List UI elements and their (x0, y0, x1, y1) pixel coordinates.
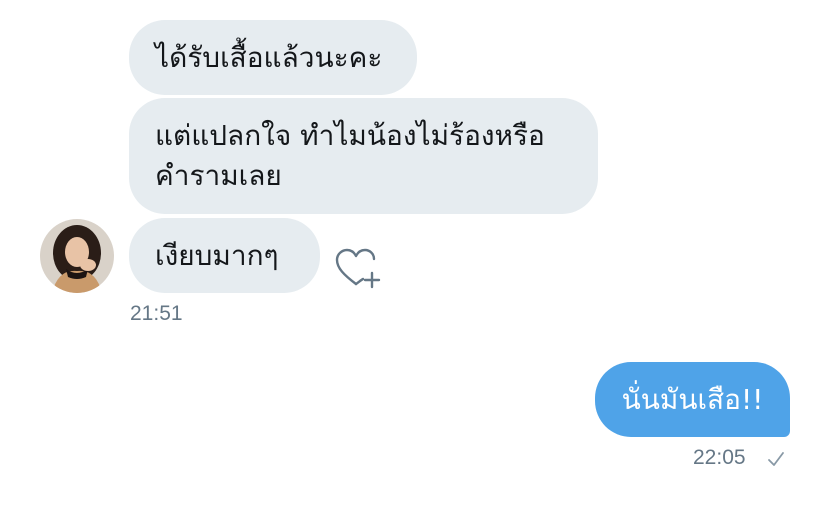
outgoing-message-bubble[interactable]: นั่นมันเสือ!! (595, 362, 790, 437)
heart-plus-icon[interactable] (334, 246, 382, 290)
message-text: แต่แปลกใจ ทำไมน้องไม่ร้องหรือคำรามเลย (155, 119, 545, 192)
incoming-message-bubble[interactable]: ได้รับเสื้อแล้วนะคะ (129, 20, 417, 95)
incoming-message-bubble[interactable]: เงียบมากๆ (129, 218, 320, 293)
message-text: นั่นมันเสือ!! (621, 382, 764, 416)
message-text: เงียบมากๆ (155, 238, 279, 272)
sender-avatar[interactable] (40, 219, 114, 293)
message-text: ได้รับเสื้อแล้วนะคะ (155, 40, 383, 74)
message-timestamp: 22:05 (693, 446, 746, 469)
incoming-message-bubble[interactable]: แต่แปลกใจ ทำไมน้องไม่ร้องหรือคำรามเลย (129, 98, 598, 214)
message-timestamp: 21:51 (130, 302, 183, 325)
checkmark-icon (766, 449, 786, 469)
